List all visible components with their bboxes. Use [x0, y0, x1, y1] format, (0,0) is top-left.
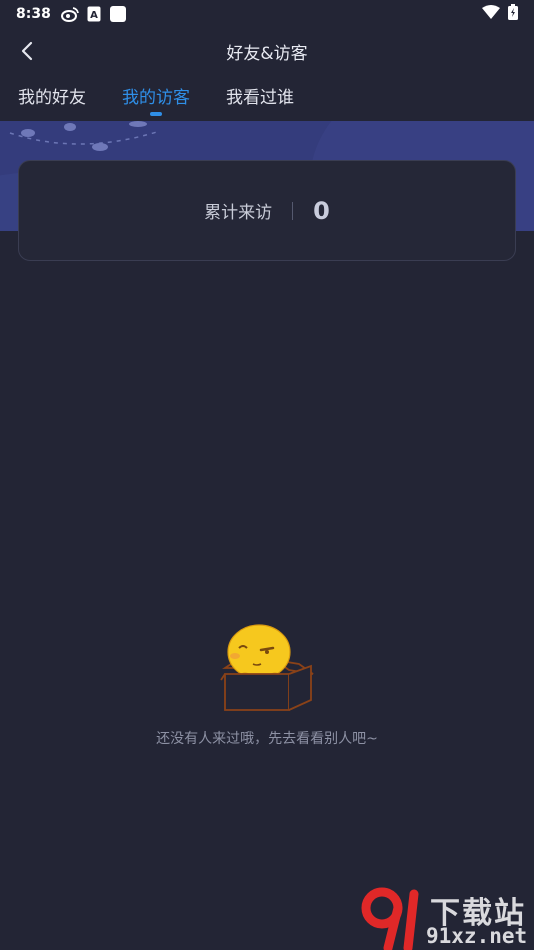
weibo-icon — [60, 6, 79, 22]
back-button[interactable] — [10, 34, 44, 68]
battery-icon — [508, 4, 518, 24]
visit-total-value: 0 — [313, 196, 330, 225]
status-time: 8:38 — [16, 6, 51, 22]
notification-a-letter: A — [90, 10, 98, 21]
tab-label: 我的访客 — [122, 88, 190, 108]
tab-who-i-visited[interactable]: 我看过谁 — [226, 80, 294, 116]
tab-label: 我的好友 — [18, 88, 86, 108]
watermark-bottom-text: 91xz.net — [426, 924, 528, 948]
watermark-logo: 下载站 91xz.net — [360, 886, 534, 950]
tab-my-visitors[interactable]: 我的访客 — [122, 80, 190, 116]
tab-my-friends[interactable]: 我的好友 — [18, 80, 86, 116]
tab-bar: 我的好友 我的访客 我看过谁 — [0, 80, 534, 120]
empty-state-message: 还没有人来过哦，先去看看别人吧~ — [156, 731, 378, 747]
notification-square-icon — [109, 5, 127, 23]
notification-a-icon: A — [87, 6, 101, 22]
status-right-icons — [482, 4, 518, 24]
wifi-icon — [482, 5, 500, 23]
visit-stat-card: 累计来访 0 — [18, 160, 516, 261]
tab-active-indicator — [150, 112, 162, 116]
watermark-91-icon — [361, 887, 419, 950]
tab-label: 我看过谁 — [226, 88, 294, 108]
page-title: 好友&访客 — [226, 43, 308, 64]
stat-divider — [292, 201, 294, 220]
app-bar: 好友&访客 — [0, 28, 534, 74]
back-arrow-icon — [21, 41, 33, 61]
status-bar: 8:38 A — [0, 0, 534, 28]
visit-total-label: 累计来访 — [204, 203, 273, 223]
empty-box-mascot — [217, 622, 317, 714]
